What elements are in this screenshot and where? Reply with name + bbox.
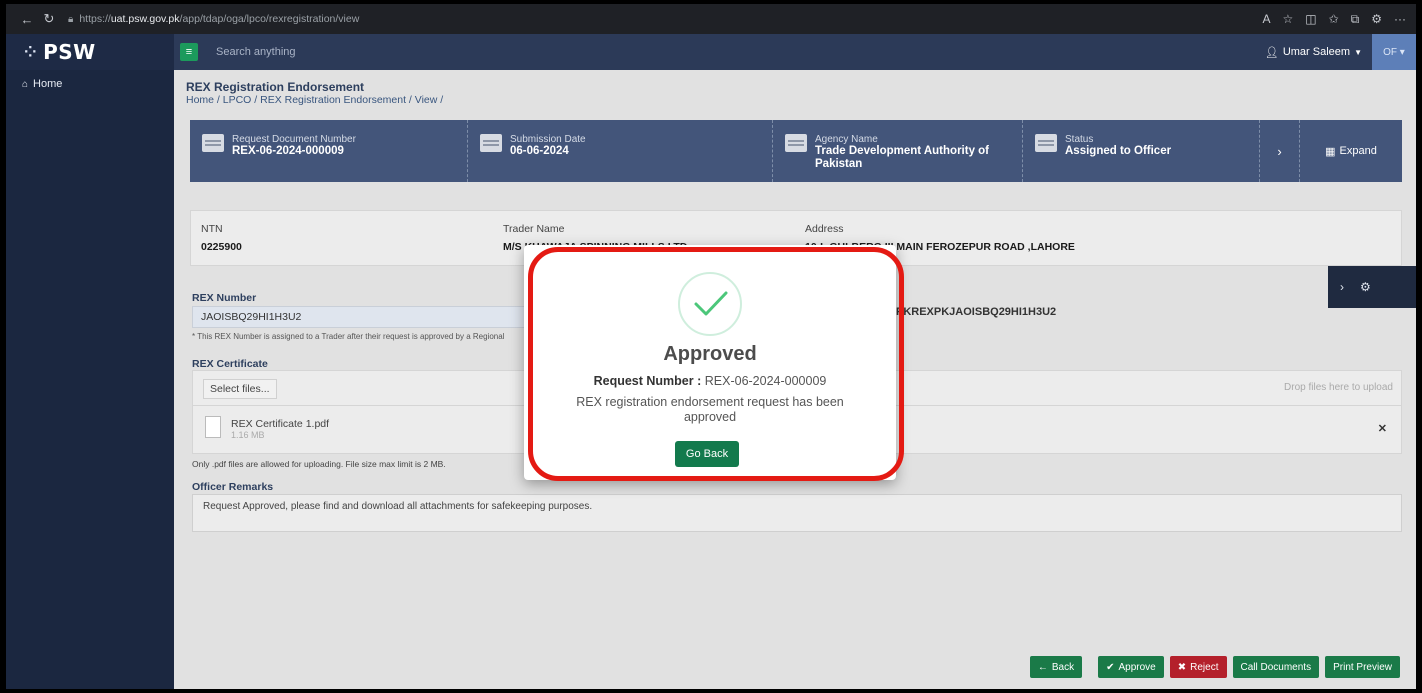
action-bar: ← Back ✔ Approve ✖ Reject Call Documents Pr… bbox=[1029, 656, 1400, 678]
submission-date-value: 06-06-2024 bbox=[510, 145, 569, 157]
print-preview-button[interactable]: Print Preview bbox=[1325, 656, 1400, 678]
agency-name-cell: Agency Name Trade Development Authority … bbox=[773, 120, 1023, 182]
expand-button[interactable]: ▦ Expand bbox=[1300, 120, 1402, 182]
dialog-request-number: Request Number : REX-06-2024-000009 bbox=[524, 374, 896, 388]
trader-name-label: Trader Name bbox=[503, 223, 565, 235]
go-back-button[interactable]: Go Back bbox=[675, 441, 739, 467]
url-host: uat.psw.gov.pk bbox=[110, 13, 180, 25]
page-title: REX Registration Endorsement bbox=[186, 80, 365, 94]
approve-button[interactable]: ✔ Approve bbox=[1098, 656, 1164, 678]
document-icon bbox=[202, 134, 224, 152]
url-prefix: https:// bbox=[79, 13, 111, 25]
extensions-icon[interactable]: ⚙ bbox=[1371, 12, 1382, 27]
drop-files-hint: Drop files here to upload bbox=[1284, 382, 1393, 393]
ntn-value: 0225900 bbox=[201, 241, 242, 253]
sidebar: ⁘ PSW ⌂ Home bbox=[6, 34, 174, 689]
grid-icon: ▦ bbox=[1325, 145, 1336, 158]
rex-number-field[interactable]: JAOISBQ29HI1H3U2 bbox=[192, 306, 538, 328]
search-input[interactable]: Search anything bbox=[216, 46, 296, 58]
agency-name-label: Agency Name bbox=[815, 134, 878, 145]
logo-text: PSW bbox=[43, 40, 96, 64]
rex-number-hint: * This REX Number is assigned to a Trade… bbox=[192, 332, 505, 341]
hamburger-icon: ≡ bbox=[185, 46, 193, 58]
dialog-message: REX registration endorsement request has… bbox=[576, 395, 844, 424]
psw-logo-mark-icon: ⁘ bbox=[24, 43, 38, 61]
top-navbar: ≡ Search anything 👤︎ Umar Saleem ▼ OF ▾ bbox=[174, 34, 1416, 70]
officer-remarks-textarea[interactable]: Request Approved, please find and downlo… bbox=[192, 494, 1402, 532]
file-size: 1.16 MB bbox=[231, 430, 265, 440]
lock-icon: 🔒︎ bbox=[68, 13, 74, 25]
pdf-file-icon bbox=[205, 416, 221, 438]
approve-button-label: Approve bbox=[1118, 661, 1156, 673]
refresh-icon[interactable]: ↻ bbox=[38, 11, 60, 27]
expand-label: Expand bbox=[1339, 145, 1377, 157]
favorite-star-icon[interactable]: ☆ bbox=[1282, 12, 1293, 27]
officer-remarks-label: Officer Remarks bbox=[192, 481, 274, 493]
check-circle-icon: ✔ bbox=[1106, 661, 1115, 673]
upload-constraints-note: Only .pdf files are allowed for uploadin… bbox=[192, 459, 446, 469]
home-icon: ⌂ bbox=[22, 78, 29, 90]
status-cell: Status Assigned to Officer bbox=[1023, 120, 1260, 182]
chevron-right-icon: › bbox=[1340, 280, 1344, 294]
user-menu[interactable]: 👤︎ Umar Saleem ▼ bbox=[1265, 46, 1372, 59]
remove-file-icon[interactable]: ✕ bbox=[1378, 422, 1387, 435]
ntn-field: NTN 0225900 bbox=[201, 223, 242, 253]
breadcrumb[interactable]: Home / LPCO / REX Registration Endorseme… bbox=[186, 94, 443, 106]
submission-date-label: Submission Date bbox=[510, 134, 586, 145]
user-name: Umar Saleem bbox=[1282, 46, 1351, 58]
request-document-label: Request Document Number bbox=[232, 134, 356, 145]
psw-logo[interactable]: ⁘ PSW bbox=[6, 34, 174, 70]
rex-certificate-label: REX Certificate bbox=[192, 358, 268, 370]
success-check-icon bbox=[678, 272, 742, 336]
more-menu-icon[interactable]: ··· bbox=[1394, 12, 1406, 27]
sidebar-item-home[interactable]: ⌂ Home bbox=[6, 70, 174, 98]
rex-full-number: PKREXPKJAOISBQ29HI1H3U2 bbox=[896, 306, 1057, 318]
role-initials: OF bbox=[1383, 46, 1398, 58]
split-screen-icon[interactable]: ◫ bbox=[1305, 12, 1316, 27]
dialog-title: Approved bbox=[663, 343, 757, 365]
request-document-value: REX-06-2024-000009 bbox=[232, 145, 344, 157]
role-switcher-button[interactable]: OF ▾ bbox=[1372, 34, 1416, 70]
cancel-circle-icon: ✖ bbox=[1177, 661, 1187, 673]
menu-toggle-button[interactable]: ≡ bbox=[180, 43, 198, 61]
chevron-down-icon: ▼ bbox=[1354, 47, 1362, 57]
call-documents-button[interactable]: Call Documents bbox=[1232, 656, 1320, 678]
back-arrow-icon: ← bbox=[1037, 661, 1048, 673]
read-aloud-icon[interactable]: A bbox=[1262, 12, 1270, 27]
request-number-label: Request Number : bbox=[593, 374, 702, 388]
url-path: /app/tdap/oga/lpco/rexregistration/view bbox=[179, 13, 360, 25]
approved-dialog: Approved Request Number : REX-06-2024-00… bbox=[524, 245, 896, 480]
rex-number-label: REX Number bbox=[192, 292, 257, 304]
strip-next-button[interactable]: › bbox=[1260, 120, 1300, 182]
user-icon: 👤︎ bbox=[1264, 46, 1279, 59]
back-button[interactable]: ← Back bbox=[1029, 656, 1083, 678]
request-number-value: REX-06-2024-000009 bbox=[704, 374, 827, 388]
document-icon bbox=[785, 134, 807, 152]
reject-button[interactable]: ✖ Reject bbox=[1169, 656, 1227, 678]
request-info-strip: Request Document Number REX-06-2024-0000… bbox=[190, 120, 1402, 182]
ntn-label: NTN bbox=[201, 223, 223, 235]
request-document-cell: Request Document Number REX-06-2024-0000… bbox=[190, 120, 468, 182]
document-icon bbox=[480, 134, 502, 152]
floating-side-panel-toggle[interactable]: › ⚙ bbox=[1328, 266, 1416, 308]
status-value: Assigned to Officer bbox=[1065, 145, 1172, 157]
sidebar-item-label: Home bbox=[33, 78, 63, 90]
document-settings-icon: ⚙ bbox=[1360, 280, 1371, 294]
chevron-right-icon: › bbox=[1277, 143, 1282, 159]
file-name[interactable]: REX Certificate 1.pdf bbox=[231, 418, 329, 430]
status-label: Status bbox=[1065, 134, 1094, 145]
favorites-icon[interactable]: ✩ bbox=[1329, 12, 1339, 27]
reject-button-label: Reject bbox=[1190, 661, 1219, 673]
browser-toolbar: ← ↻ 🔒︎ https://uat.psw.gov.pk/app/tdap/o… bbox=[6, 4, 1416, 34]
address-bar[interactable]: 🔒︎ https://uat.psw.gov.pk/app/tdap/oga/l… bbox=[68, 13, 359, 25]
select-files-button[interactable]: Select files... bbox=[203, 379, 277, 399]
document-icon bbox=[1035, 134, 1057, 152]
back-button-label: Back bbox=[1051, 661, 1075, 673]
submission-date-cell: Submission Date 06-06-2024 bbox=[468, 120, 773, 182]
address-label: Address bbox=[805, 223, 844, 235]
agency-name-value: Trade Development Authority of Pakistan bbox=[815, 145, 990, 170]
collections-icon[interactable]: ⧉ bbox=[1351, 12, 1360, 27]
back-arrow-icon[interactable]: ← bbox=[16, 12, 38, 27]
